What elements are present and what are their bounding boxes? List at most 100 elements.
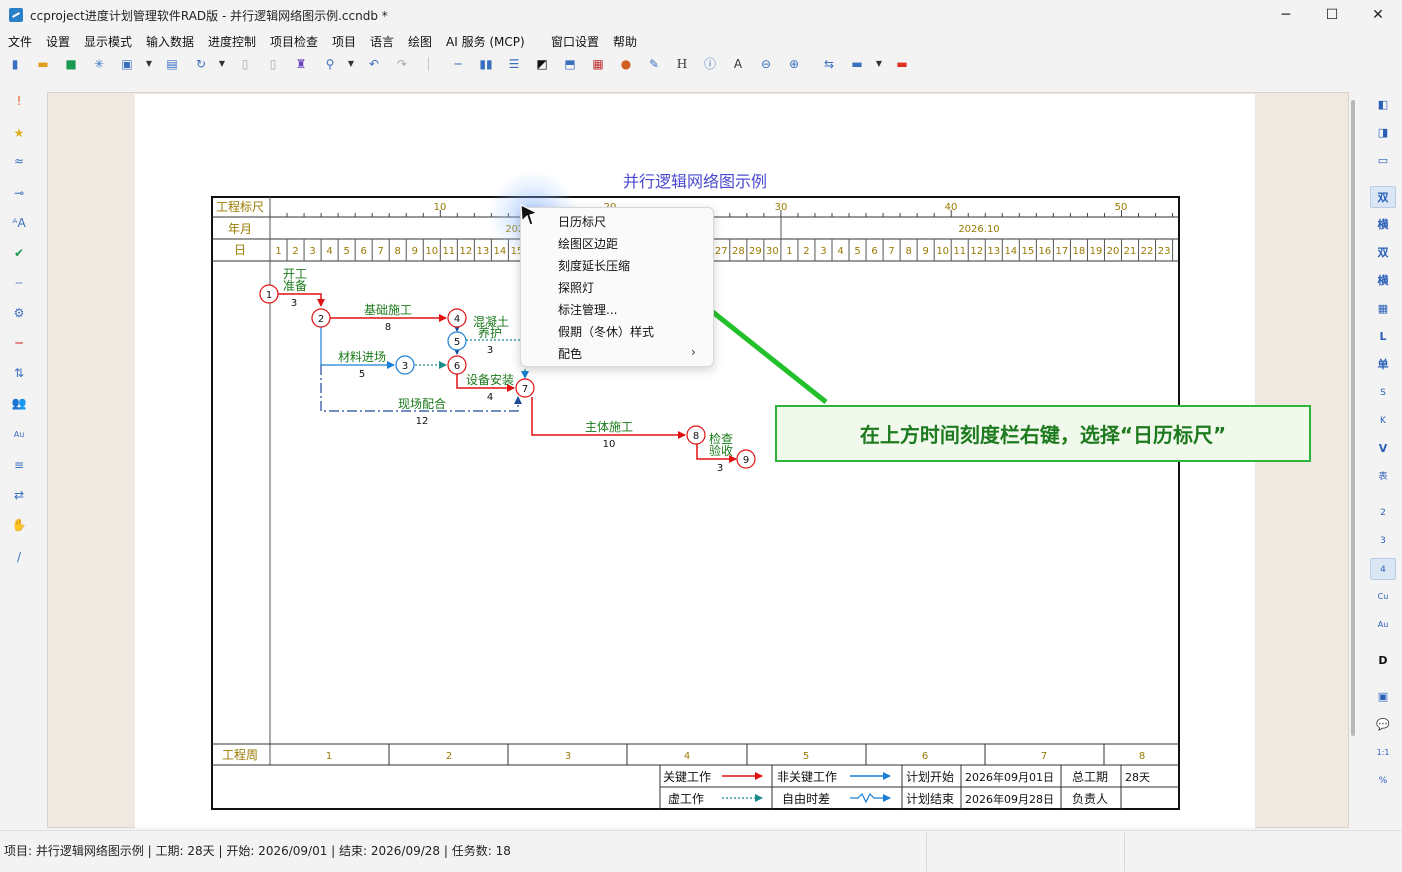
menu-file[interactable]: 文件 [8,33,32,50]
refresh-dropdown-icon[interactable]: ▼ [218,56,226,72]
menu-scale-stretch[interactable]: 刻度延长压缩 [558,257,630,274]
mode-double-alt-button[interactable]: 双 [1370,242,1396,264]
menu-project[interactable]: 项目 [332,33,356,50]
menu-settings[interactable]: 设置 [46,33,70,50]
menu-help[interactable]: 帮助 [613,33,637,50]
level-4-button[interactable]: 4 [1370,558,1396,580]
table-grid-icon[interactable]: ▦ [1370,298,1396,320]
mode-l-button[interactable]: L [1370,326,1396,348]
edit-document-icon[interactable]: ✎ [646,56,662,72]
menu-draw[interactable]: 绘图 [408,33,432,50]
red-line-icon[interactable]: ─ [10,334,28,352]
open-folder-icon[interactable]: ▬ [35,56,51,72]
mode-horizontal-button[interactable]: 横 [1370,214,1396,236]
text-size-icon[interactable]: ᴬA [10,214,28,232]
minimize-button[interactable]: ─ [1263,0,1309,30]
copy-icon[interactable]: ▯ [237,56,253,72]
status-bar: 项目: 并行逻辑网络图示例 | 工期: 28天 | 开始: 2026/09/01… [0,830,1402,872]
layout-right-icon[interactable]: ◨ [1370,122,1396,144]
layout-bottom-icon[interactable]: ▭ [1370,150,1396,172]
mode-v-button[interactable]: V [1370,438,1396,460]
paint-icon[interactable]: ⬒ [562,56,578,72]
link-icon[interactable]: ⇆ [821,56,837,72]
percent-button[interactable]: % [1370,770,1396,792]
paste-icon[interactable]: ▯ [265,56,281,72]
zoom-out-icon[interactable]: ⊖ [758,56,774,72]
text-a-icon[interactable]: A [730,56,746,72]
undo-icon[interactable]: ↶ [366,56,382,72]
toolbar: ▮ ▬ ■ ✳ ▣ ▼ ▤ ↻ ▼ ▯ ▯ ♜ ⚲ ▼ ↶ ↷ ─ ▮▮ ☰ ◩… [0,52,1402,78]
menu-holiday-style[interactable]: 假期（冬休）样式 [558,323,654,340]
mode-k-button[interactable]: K [1370,410,1396,432]
palette-icon[interactable]: ● [618,56,634,72]
contrast-icon[interactable]: ◩ [534,56,550,72]
menu-ai-service[interactable]: AI 服务 (MCP) [446,33,525,50]
zoom-1-1-button[interactable]: 1:1 [1370,742,1396,764]
mode-double-button[interactable]: 双 [1370,186,1396,208]
new-file-icon[interactable]: ▮ [7,56,23,72]
mode-horizontal-alt-button[interactable]: 横 [1370,270,1396,292]
print-icon[interactable]: ▤ [164,56,180,72]
h-text-icon[interactable]: H [674,56,690,72]
image-export-icon[interactable]: ▣ [119,56,135,72]
menu-progress-control[interactable]: 进度控制 [208,33,256,50]
image-export-dropdown-icon[interactable]: ▼ [145,56,153,72]
sort-list-icon[interactable]: ⇅ [10,364,28,382]
layout-left-icon[interactable]: ◧ [1370,94,1396,116]
level-3-button[interactable]: 3 [1370,530,1396,552]
menu-calendar-ruler[interactable]: 日历标尺 [558,213,606,230]
exclamation-icon[interactable]: ! [10,92,28,110]
info-icon[interactable]: ⓘ [702,56,718,72]
sort-icon[interactable]: ☰ [506,56,522,72]
users-icon[interactable]: 👥 [10,394,28,412]
menu-window-settings[interactable]: 窗口设置 [551,33,599,50]
menu-annotation-manage[interactable]: 标注管理... [558,301,617,318]
level-2-button[interactable]: 2 [1370,502,1396,524]
red-folder-icon[interactable]: ▬ [894,56,910,72]
mode-s-button[interactable]: S [1370,382,1396,404]
zoom-search-icon[interactable]: ⚲ [322,56,338,72]
format-brush-icon[interactable]: ♜ [293,56,309,72]
gear-icon[interactable]: ⚙ [10,304,28,322]
menu-project-check[interactable]: 项目检查 [270,33,318,50]
filter-icon[interactable]: ≡ [10,456,28,474]
hand-icon[interactable]: ✋ [10,516,28,534]
check-icon[interactable]: ✔ [10,244,28,262]
redo-icon[interactable]: ↷ [394,56,410,72]
mode-single-button[interactable]: 单 [1370,354,1396,376]
key-icon[interactable]: ⊸ [10,184,28,202]
menu-display-mode[interactable]: 显示模式 [84,33,132,50]
close-button[interactable]: ✕ [1355,0,1401,30]
menu-input-data[interactable]: 输入数据 [146,33,194,50]
maximize-button[interactable]: ☐ [1309,0,1355,30]
menu-spotlight[interactable]: 探照灯 [558,279,594,296]
cu-button[interactable]: Cu [1370,586,1396,608]
folder-icon[interactable]: ▬ [849,56,865,72]
save-icon[interactable]: ■ [63,56,79,72]
bar-columns-icon[interactable]: ▮▮ [478,56,494,72]
d-button[interactable]: D [1370,650,1396,672]
refresh-icon[interactable]: ↻ [193,56,209,72]
swap-icon[interactable]: ⇄ [10,486,28,504]
zoom-dropdown-icon[interactable]: ▼ [347,56,355,72]
star-icon[interactable]: ★ [10,124,28,142]
comment-icon[interactable]: 💬 [1370,714,1396,736]
vertical-scrollbar[interactable] [1350,92,1358,828]
frame-icon[interactable]: ▣ [1370,686,1396,708]
menu-drawing-margin[interactable]: 绘图区边距 [558,235,618,252]
snowflake-icon[interactable]: ✳ [91,56,107,72]
app-logo-icon [9,8,23,22]
dotted-line-icon[interactable]: ┄ [10,274,28,292]
horizontal-line-icon[interactable]: ─ [450,56,466,72]
menu-color-scheme[interactable]: 配色 [558,345,582,362]
scrollbar-thumb[interactable] [1351,100,1355,736]
menu-language[interactable]: 语言 [370,33,394,50]
wand-icon[interactable]: / [10,548,28,566]
document-check-icon[interactable]: ▦ [590,56,606,72]
folder-dropdown-icon[interactable]: ▼ [875,56,883,72]
au-icon[interactable]: Au [10,426,28,444]
mode-table-button[interactable]: 表 [1370,466,1396,488]
au-button[interactable]: Au [1370,614,1396,636]
wave-icon[interactable]: ≈ [10,152,28,170]
zoom-in-icon[interactable]: ⊕ [786,56,802,72]
